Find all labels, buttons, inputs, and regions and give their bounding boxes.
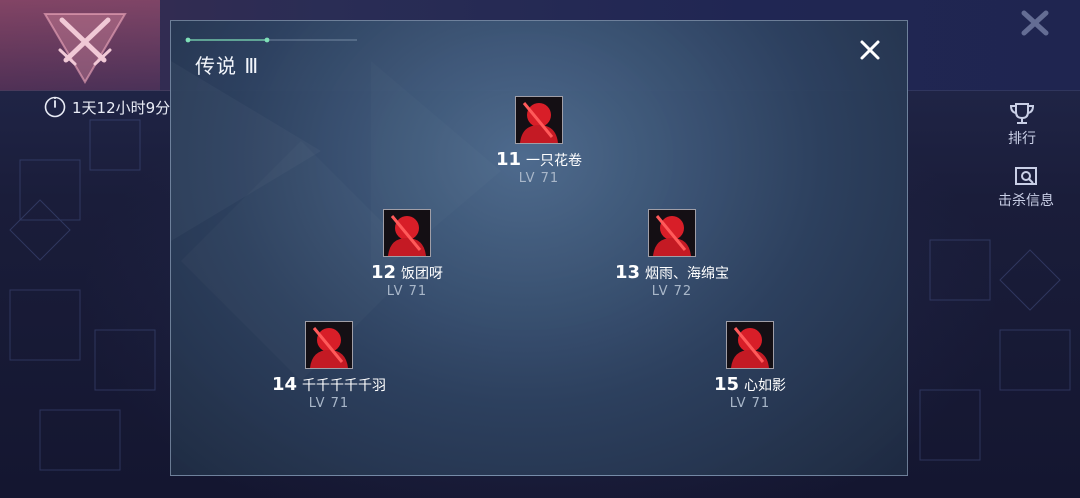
clock-icon — [44, 96, 66, 118]
rank-players-dialog: 传说 Ⅲ 11 一只花卷 LV 71 12 饭团呀 LV 71 13 烟雨、海绵… — [170, 20, 908, 476]
red-silhouette-avatar-icon — [653, 215, 691, 256]
player-level: LV 71 — [729, 396, 771, 411]
player-card[interactable]: 12 饭团呀 LV 71 — [297, 209, 517, 299]
player-name: 烟雨、海绵宝 — [645, 266, 730, 282]
trophy-icon — [1009, 103, 1035, 124]
player-name: 心如影 — [744, 378, 787, 394]
player-avatar — [305, 321, 353, 369]
dialog-title: 传说 Ⅲ — [195, 54, 260, 78]
player-avatar — [726, 321, 774, 369]
player-level: LV 71 — [308, 396, 350, 411]
kill-info-icon — [1015, 167, 1037, 185]
season-timer: 1天12小时9分 — [44, 96, 170, 118]
player-card[interactable]: 14 千千千千千羽 LV 71 — [219, 321, 439, 411]
player-rank: 15 — [713, 374, 740, 395]
player-avatar — [515, 96, 563, 144]
ranking-label: 排行 — [1008, 131, 1036, 147]
player-card[interactable]: 13 烟雨、海绵宝 LV 72 — [562, 209, 782, 299]
player-card[interactable]: 11 一只花卷 LV 71 — [429, 96, 649, 186]
background-decoration-left — [9, 119, 156, 471]
close-icon[interactable] — [857, 37, 883, 63]
timer-text: 1天12小时9分 — [72, 98, 171, 117]
player-rank: 11 — [495, 149, 522, 170]
player-name: 一只花卷 — [526, 153, 583, 169]
player-level: LV 71 — [518, 171, 560, 186]
red-silhouette-avatar-icon — [520, 102, 558, 143]
kill-info-button[interactable]: 击杀信息 — [998, 166, 1054, 210]
player-rank: 12 — [370, 262, 397, 283]
background-decoration-right — [919, 239, 1071, 461]
red-silhouette-avatar-icon — [388, 215, 426, 256]
player-avatar — [648, 209, 696, 257]
background-close-icon[interactable] — [1018, 8, 1052, 38]
red-silhouette-avatar-icon — [310, 327, 348, 368]
ranking-button[interactable]: 排行 — [1008, 102, 1036, 148]
crossed-swords-emblem-icon — [43, 13, 127, 84]
player-rank: 14 — [271, 374, 298, 395]
player-rank: 13 — [614, 262, 641, 283]
rank-emblem-panel — [0, 0, 160, 90]
player-name: 饭团呀 — [401, 266, 444, 282]
title-accent-line — [185, 37, 357, 43]
red-silhouette-avatar-icon — [731, 327, 769, 368]
player-level: LV 72 — [651, 284, 693, 299]
player-name: 千千千千千羽 — [302, 378, 387, 394]
player-card[interactable]: 15 心如影 LV 71 — [640, 321, 860, 411]
player-level: LV 71 — [386, 284, 428, 299]
player-avatar — [383, 209, 431, 257]
kill-info-label: 击杀信息 — [998, 193, 1054, 209]
